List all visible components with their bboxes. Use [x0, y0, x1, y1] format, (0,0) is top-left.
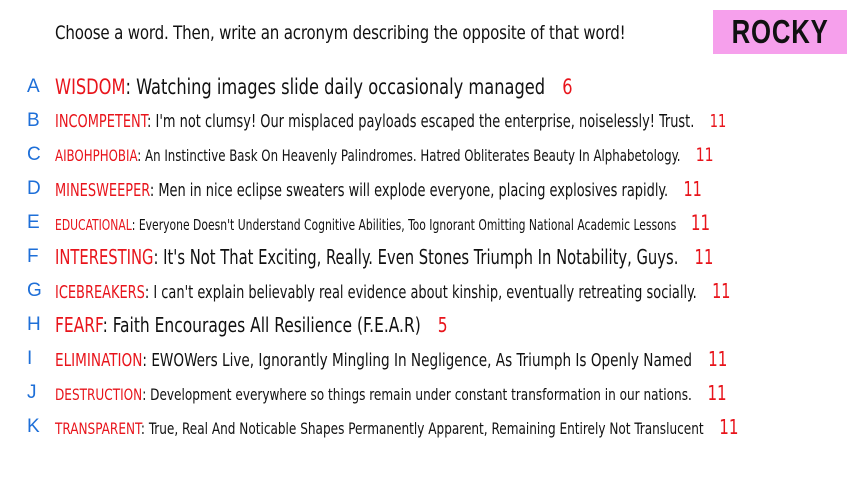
entry-row: A WISDOM: Watching images slide daily oc…	[0, 70, 853, 104]
entry-letter: E	[27, 212, 40, 233]
entry-letter: K	[27, 416, 40, 437]
player-name: ROCKY	[731, 13, 829, 50]
entry-acronym: An Instinctive Bask On Heavenly Palindro…	[145, 146, 681, 165]
entry-row: K TRANSPARENT: True, Real And Noticable …	[0, 410, 853, 444]
entry-letter: H	[27, 314, 41, 335]
entry-line: FEARF: Faith Encourages All Resilience (…	[55, 313, 448, 337]
entry-word: INTERESTING	[55, 245, 154, 269]
entry-acronym: Men in nice eclipse sweaters will explod…	[158, 180, 669, 201]
entry-word: INCOMPETENT	[55, 110, 148, 132]
entry-row: B INCOMPETENT: I'm not clumsy! Our mispl…	[0, 104, 853, 138]
entry-letter: G	[27, 280, 42, 301]
entry-line: INCOMPETENT: I'm not clumsy! Our misplac…	[55, 110, 727, 132]
entry-word: FEARF	[55, 313, 103, 337]
entry-acronym: True, Real And Noticable Shapes Permanen…	[148, 419, 704, 438]
entry-acronym: I'm not clumsy! Our misplaced payloads e…	[155, 110, 695, 132]
entry-word: DESTRUCTION	[55, 385, 143, 404]
player-name-badge: ROCKY	[713, 10, 847, 54]
entry-line: EDUCATIONAL: Everyone Doesn't Understand…	[55, 211, 711, 235]
entry-word: TRANSPARENT	[55, 419, 141, 438]
entry-acronym: Everyone Doesn't Understand Cognitive Ab…	[138, 216, 677, 234]
entry-acronym: I can't explain believably real evidence…	[153, 282, 697, 303]
entry-count: 11	[695, 144, 714, 166]
entry-acronym: It's Not That Exciting, Really. Even Sto…	[163, 245, 679, 269]
entry-letter: D	[27, 178, 41, 199]
entry-row: J DESTRUCTION: Development everywhere so…	[0, 376, 853, 410]
entry-count: 11	[712, 279, 731, 303]
entry-count: 11	[707, 381, 727, 405]
entry-count: 6	[562, 75, 573, 99]
entry-count: 11	[719, 415, 739, 439]
entry-acronym: Faith Encourages All Resilience (F.E.A.R…	[112, 313, 421, 337]
entry-line: TRANSPARENT: True, Real And Noticable Sh…	[55, 415, 739, 439]
entry-count: 5	[437, 313, 448, 337]
entry-letter: A	[27, 76, 40, 97]
entry-line: AIBOHPHOBIA: An Instinctive Bask On Heav…	[55, 144, 714, 166]
entry-row: G ICEBREAKERS: I can't explain believabl…	[0, 274, 853, 308]
entry-letter: C	[27, 144, 41, 165]
entry-row: F INTERESTING: It's Not That Exciting, R…	[0, 240, 853, 274]
entry-word: AIBOHPHOBIA	[55, 146, 138, 165]
entry-acronym: Watching images slide daily occasionaly …	[136, 75, 546, 99]
entry-letter: F	[27, 246, 39, 267]
entry-letter: J	[27, 382, 37, 403]
entry-count: 11	[709, 110, 727, 132]
entry-row: C AIBOHPHOBIA: An Instinctive Bask On He…	[0, 138, 853, 172]
entry-line: WISDOM: Watching images slide daily occa…	[55, 75, 573, 99]
entry-row: D MINESWEEPER: Men in nice eclipse sweat…	[0, 172, 853, 206]
entry-count: 11	[683, 177, 702, 201]
entry-row: E EDUCATIONAL: Everyone Doesn't Understa…	[0, 206, 853, 240]
entry-word: ICEBREAKERS	[55, 282, 145, 303]
entry-letter: I	[27, 348, 33, 369]
entry-line: MINESWEEPER: Men in nice eclipse sweater…	[55, 177, 702, 201]
entry-line: ICEBREAKERS: I can't explain believably …	[55, 279, 731, 303]
instructions-text: Choose a word. Then, write an acronym de…	[55, 22, 626, 44]
entry-line: INTERESTING: It's Not That Exciting, Rea…	[55, 245, 714, 269]
entry-count: 11	[708, 347, 728, 371]
entry-acronym: EWOWers Live, Ignorantly Mingling In Neg…	[151, 350, 693, 371]
entry-row: H FEARF: Faith Encourages All Resilience…	[0, 308, 853, 342]
entry-word: MINESWEEPER	[55, 180, 150, 201]
entry-count: 11	[694, 245, 714, 269]
entry-count: 11	[690, 211, 711, 235]
entry-line: ELIMINATION: EWOWers Live, Ignorantly Mi…	[55, 347, 728, 371]
entry-line: DESTRUCTION: Development everywhere so t…	[55, 381, 727, 405]
entry-word: WISDOM	[55, 75, 126, 99]
entry-row: I ELIMINATION: EWOWers Live, Ignorantly …	[0, 342, 853, 376]
entry-acronym: Development everywhere so things remain …	[150, 385, 692, 404]
entry-word: ELIMINATION	[55, 350, 143, 371]
entry-word: EDUCATIONAL	[55, 216, 132, 234]
entry-letter: B	[27, 110, 40, 131]
